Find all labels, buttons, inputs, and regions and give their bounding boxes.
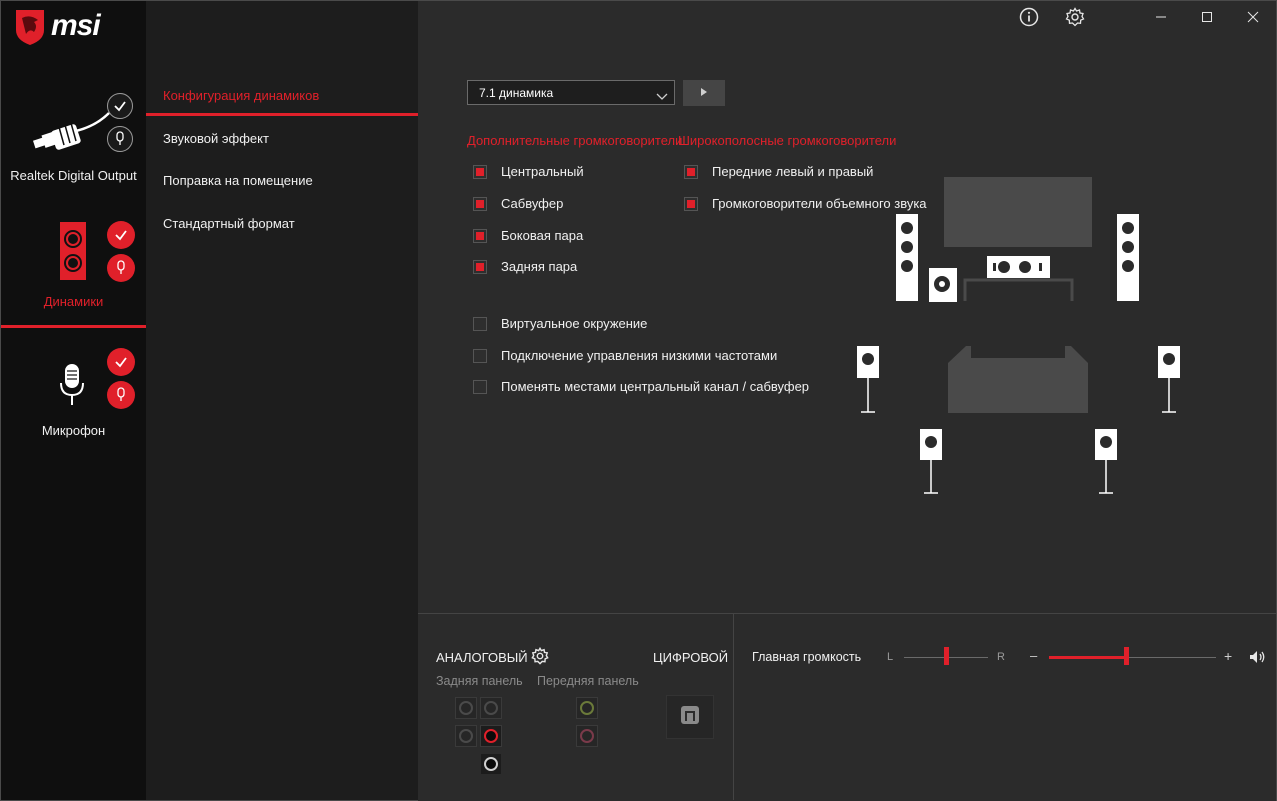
front-left-speaker-icon [896, 214, 918, 301]
msi-logo-text: msi [51, 9, 101, 42]
tab-room-correction[interactable]: Поправка на помещение [163, 173, 313, 188]
fullrange-speakers-title: Широкополосные громкоговорители [678, 133, 897, 148]
msi-dragon-logo-icon [14, 8, 46, 46]
side-left-speaker-icon [857, 346, 879, 413]
maximize-icon[interactable] [1197, 7, 1217, 27]
microphone-icon [59, 363, 85, 407]
volume-slider-thumb[interactable] [1123, 647, 1129, 665]
speaker-layout-diagram [850, 170, 1190, 500]
connector-settings-gear-icon[interactable] [531, 646, 549, 670]
speaker-config-dropdown[interactable]: 7.1 динамика [467, 80, 675, 105]
rear-left-speaker-icon [920, 429, 942, 494]
bottom-panel [418, 613, 1276, 801]
rear-right-speaker-icon [1095, 429, 1117, 494]
device-realtek-digital-output[interactable]: Realtek Digital Output [1, 89, 146, 199]
settings-nav [146, 1, 418, 800]
close-icon[interactable] [1243, 7, 1263, 27]
front-panel-label: Передняя панель [537, 674, 639, 688]
chevron-down-icon [656, 88, 668, 106]
checkbox-label: Боковая пара [501, 228, 584, 243]
balance-left-label: L [887, 651, 894, 663]
device-label: Микрофон [41, 423, 106, 438]
divider [733, 614, 734, 800]
rear-jack-3[interactable] [455, 725, 477, 747]
device-label: Динамики [43, 294, 104, 309]
default-comm-mic-icon[interactable] [107, 254, 135, 282]
front-jack-mic[interactable] [576, 725, 598, 747]
front-right-speaker-icon [1117, 214, 1139, 301]
rear-jack-2[interactable] [480, 697, 502, 719]
checkbox-swap-center-sub[interactable] [473, 380, 487, 394]
optional-speakers-title: Дополнительные громкоговорители [467, 133, 683, 148]
device-microphone[interactable]: Микрофон [1, 341, 146, 451]
volume-increase-icon[interactable]: + [1224, 648, 1232, 664]
balance-right-label: R [997, 651, 1005, 663]
checkbox-bass-management[interactable] [473, 349, 487, 363]
center-speaker-icon [987, 256, 1050, 278]
dropdown-value: 7.1 динамика [479, 86, 554, 100]
volume-decrease-icon[interactable]: – [1030, 648, 1037, 663]
device-label: Realtek Digital Output [10, 168, 137, 183]
tab-sound-effects[interactable]: Звуковой эффект [163, 131, 269, 146]
checkbox-label: Задняя пара [501, 259, 578, 274]
tab-speaker-configuration[interactable]: Конфигурация динамиков [163, 88, 319, 103]
play-icon [700, 84, 708, 102]
checkbox-label: Виртуальное окружение [501, 316, 648, 331]
checkbox-label: Поменять местами центральный канал / саб… [501, 379, 810, 394]
digital-label: ЦИФРОВОЙ [653, 650, 729, 665]
checkbox-subwoofer[interactable] [473, 197, 487, 211]
gear-icon[interactable] [1065, 7, 1085, 27]
minimize-icon[interactable] [1151, 7, 1171, 27]
checkbox-center[interactable] [473, 165, 487, 179]
front-jack-headphone[interactable] [576, 697, 598, 719]
info-icon[interactable] [1019, 7, 1039, 27]
checkbox-surround-speakers[interactable] [684, 197, 698, 211]
test-play-button[interactable] [683, 80, 725, 106]
rear-panel-label: Задняя панель [436, 674, 523, 688]
subwoofer-icon [929, 268, 957, 302]
optical-cable-icon [31, 111, 111, 161]
checkbox-label: Сабвуфер [501, 196, 564, 211]
default-comm-mic-icon[interactable] [107, 126, 133, 152]
checkbox-side-pair[interactable] [473, 229, 487, 243]
rear-jack-line-out[interactable] [480, 725, 502, 747]
default-device-check-icon[interactable] [107, 348, 135, 376]
device-sidebar: msi Realtek Digital Output Динамики Микр… [1, 1, 146, 800]
checkbox-virtual-surround[interactable] [473, 317, 487, 331]
speaker-icon [60, 222, 86, 280]
rear-jack-1[interactable] [455, 697, 477, 719]
spdif-port[interactable] [666, 695, 714, 739]
rear-jack-6[interactable] [480, 753, 502, 775]
balance-slider-thumb[interactable] [944, 647, 949, 665]
device-speakers[interactable]: Динамики [1, 209, 146, 328]
checkbox-label: Подключение управления низкими частотами [501, 348, 778, 363]
default-device-check-icon[interactable] [107, 221, 135, 249]
side-right-speaker-icon [1158, 346, 1180, 413]
default-device-check-icon[interactable] [107, 93, 133, 119]
tab-default-format[interactable]: Стандартный формат [163, 216, 295, 231]
speaker-volume-icon[interactable] [1249, 650, 1267, 669]
volume-slider-fill [1049, 656, 1126, 659]
default-comm-mic-icon[interactable] [107, 381, 135, 409]
analog-label: АНАЛОГОВЫЙ [436, 650, 528, 665]
checkbox-label: Центральный [501, 164, 584, 179]
optical-port-icon [680, 705, 700, 730]
active-tab-indicator [146, 113, 418, 116]
checkbox-rear-pair[interactable] [473, 260, 487, 274]
main-volume-label: Главная громкость [752, 650, 862, 664]
active-device-indicator [1, 325, 146, 328]
checkbox-front-left-right[interactable] [684, 165, 698, 179]
